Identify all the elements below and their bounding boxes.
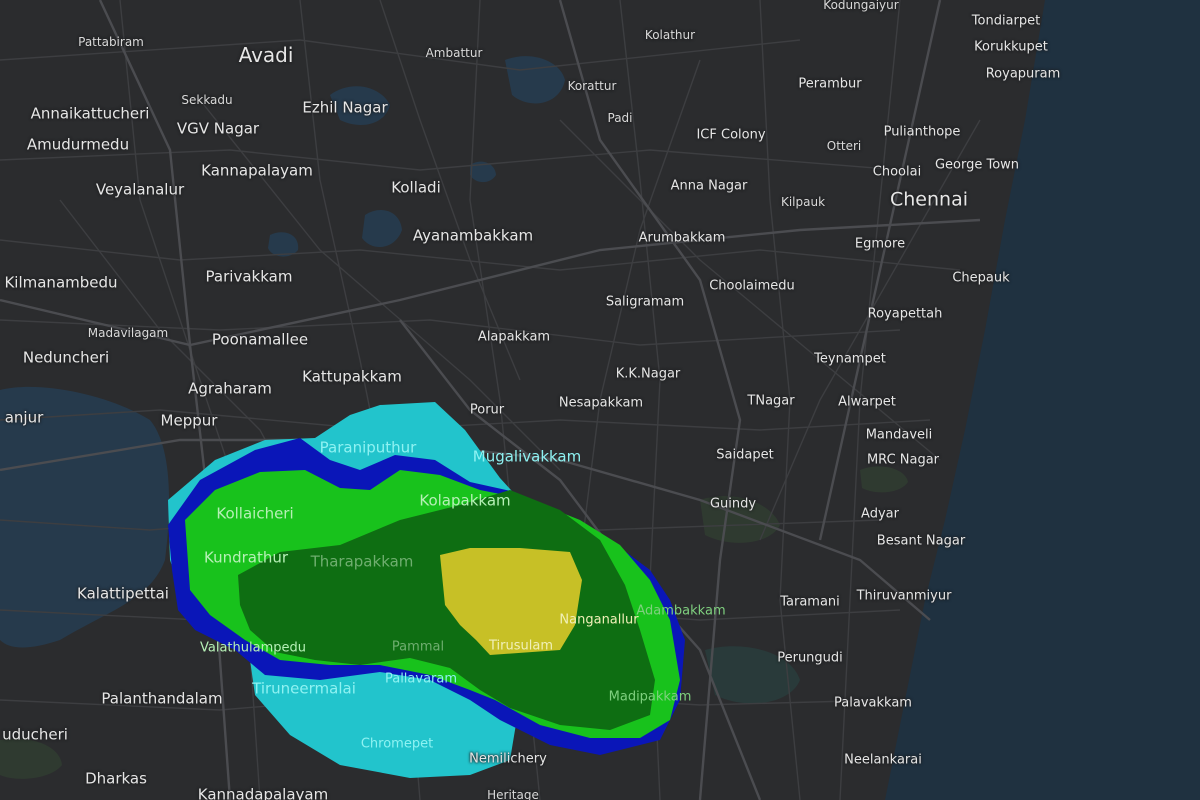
place-label-parivakkam: Parivakkam [205, 267, 293, 286]
place-label-valathulampedu: Valathulampedu [200, 640, 306, 656]
place-label-kalattipettai: Kalattipettai [77, 584, 169, 603]
place-label-chromepet: Chromepet [360, 736, 434, 752]
place-label-choolai: Choolai [872, 164, 922, 180]
place-label-adyar: Adyar [861, 506, 899, 522]
place-label-kolladi: Kolladi [391, 178, 441, 197]
place-label-kundrathur: Kundrathur [203, 548, 289, 567]
place-label-madipakkam: Madipakkam [608, 689, 692, 705]
place-label-kk-nagar: K.K.Nagar [615, 366, 681, 382]
place-label-teynampet: Teynampet [814, 351, 886, 367]
water-small-2 [268, 232, 299, 257]
place-label-amudurmedu: Amudurmedu [26, 135, 130, 154]
place-label-saidapet: Saidapet [716, 447, 774, 463]
place-label-dharkas: Dharkas [85, 769, 147, 788]
place-label-royapettah: Royapettah [867, 306, 943, 322]
rain-radar-overlay [168, 402, 685, 778]
place-label-sekkadu: Sekkadu [181, 93, 233, 107]
place-label-pulianthope: Pulianthope [883, 124, 961, 140]
place-label-otteri: Otteri [826, 139, 862, 153]
place-label-porur: Porur [469, 402, 505, 418]
place-label-pammal: Pammal [391, 639, 445, 655]
bay-of-bengal [885, 0, 1200, 800]
place-label-meppur: Meppur [160, 411, 218, 430]
korattur-lake [505, 56, 565, 104]
place-label-kollaicheri: Kollaicheri [216, 504, 294, 523]
place-label-choolaimedu: Choolaimedu [709, 278, 795, 294]
place-label-alwarpet: Alwarpet [838, 394, 896, 410]
place-label-alapakkam: Alapakkam [477, 329, 551, 345]
place-label-avadi: Avadi [238, 43, 294, 67]
place-label-kilpauk: Kilpauk [780, 195, 826, 209]
place-label-uducheri: uducheri [2, 725, 68, 744]
park-2 [860, 466, 908, 493]
place-label-paraniputhur: Paraniputhur [319, 438, 417, 457]
place-label-padi: Padi [607, 111, 633, 125]
place-label-nemilichery: Nemilichery [469, 751, 547, 767]
place-label-kannapalayam: Kannapalayam [201, 161, 313, 180]
place-label-guindy: Guindy [709, 496, 757, 512]
place-label-kolapakkam: Kolapakkam [419, 491, 511, 510]
place-label-nesapakkam: Nesapakkam [558, 395, 644, 411]
place-label-veyalanalur: Veyalanalur [95, 180, 185, 199]
place-label-adambakkam: Adambakkam [636, 603, 726, 619]
ambattur-lake [362, 210, 402, 248]
place-label-mandaveli: Mandaveli [865, 427, 933, 443]
place-label-korukkupet: Korukkupet [974, 39, 1048, 55]
place-label-saligramam: Saligramam [605, 294, 685, 310]
place-label-vgv-nagar: VGV Nagar [176, 119, 260, 138]
place-label-anjur: anjur [4, 408, 44, 427]
place-label-nanganallur: Nanganallur [559, 612, 639, 628]
place-label-perambur: Perambur [798, 76, 862, 92]
place-label-anna-nagar: Anna Nagar [670, 178, 748, 194]
place-label-neelankarai: Neelankarai [844, 752, 922, 768]
place-label-palanthandalam: Palanthandalam [101, 689, 223, 708]
place-label-ezhil-nagar: Ezhil Nagar [302, 98, 388, 117]
place-label-kannadapalayam: Kannadapalayam [197, 785, 329, 800]
place-label-arumbakkam: Arumbakkam [638, 230, 726, 246]
place-label-thiruvanmiyur: Thiruvanmiyur [856, 588, 952, 604]
place-label-mrc-nagar: MRC Nagar [866, 452, 940, 468]
place-label-annaikattucheri: Annaikattucheri [30, 104, 150, 123]
place-label-palavakkam: Palavakkam [834, 695, 912, 711]
place-label-agraharam: Agraharam [188, 379, 272, 398]
place-label-chepauk: Chepauk [952, 270, 1010, 286]
place-label-tiruneermalai: Tiruneermalai [252, 679, 356, 698]
place-label-mugalivakkam: Mugalivakkam [472, 447, 582, 466]
map-canvas[interactable]: Kodungaiyur Tondiarpet Pattabiram Avadi … [0, 0, 1200, 800]
place-label-pallavaram: Pallavaram [384, 671, 458, 687]
place-label-tirusulam: Tirusulam [489, 638, 553, 654]
place-label-royapuram: Royapuram [985, 66, 1061, 82]
place-label-tondiarpet: Tondiarpet [971, 13, 1041, 29]
place-label-taramani: Taramani [780, 594, 840, 610]
place-label-pattabiram: Pattabiram [78, 35, 144, 49]
park-3 [0, 738, 62, 779]
place-label-icf-colony: ICF Colony [696, 127, 766, 143]
place-label-ayanambakkam: Ayanambakkam [412, 226, 534, 245]
place-label-george-town: George Town [934, 157, 1020, 173]
place-label-heritage: Heritage [487, 788, 539, 800]
place-label-korattur: Korattur [567, 79, 617, 93]
place-label-kattupakkam: Kattupakkam [302, 367, 402, 386]
place-label-tnagar: TNagar [747, 393, 795, 409]
place-label-madavilagam: Madavilagam [87, 326, 169, 340]
place-label-kilmanambedu: Kilmanambedu [4, 273, 118, 292]
place-label-neduncheri: Neduncheri [22, 348, 110, 367]
place-label-besant-nagar: Besant Nagar [876, 533, 966, 549]
place-label-tharapakkam: Tharapakkam [310, 552, 414, 571]
place-label-ambattur: Ambattur [425, 46, 483, 60]
place-label-kolathur: Kolathur [644, 28, 696, 42]
place-label-poonamallee: Poonamallee [211, 330, 309, 349]
place-label-kodungaiyur: Kodungaiyur [823, 0, 899, 12]
place-label-chennai: Chennai [889, 188, 969, 211]
place-label-egmore: Egmore [854, 236, 906, 252]
place-label-perungudi: Perungudi [777, 650, 843, 666]
